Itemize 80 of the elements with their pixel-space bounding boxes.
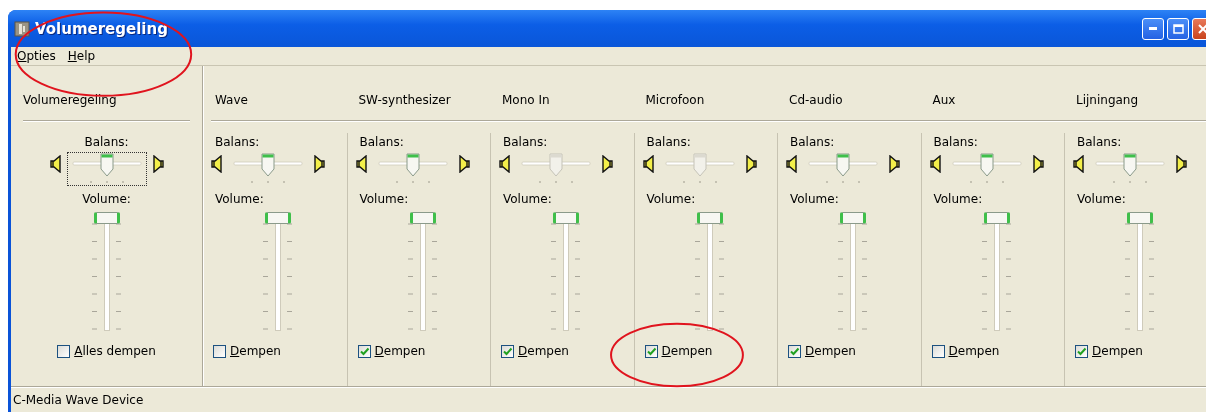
channel-name: Lijningang [1075,93,1139,107]
maximize-icon [1172,23,1184,34]
app-icon [14,20,30,37]
speaker-icon [743,155,757,173]
speaker-icon [786,155,799,173]
volume-label: Volume: [1077,192,1126,206]
checkbox[interactable] [931,344,945,358]
checkbox[interactable] [1075,344,1088,358]
maximize-button[interactable] [1167,17,1189,40]
balance-label: Balans: [503,135,548,149]
slider-thumb[interactable] [1123,153,1137,177]
speaker-icon [312,155,325,173]
speaker-icon [1073,155,1086,173]
speaker-icon [499,155,512,173]
slider-thumb[interactable] [840,212,866,224]
volume-label: Volume: [215,192,264,206]
speaker-icon [642,155,656,173]
checkbox[interactable] [357,344,371,358]
channel-name: Cd-audio [788,93,843,107]
checkbox-label[interactable]: Dempen [661,344,713,358]
volume-label: Volume: [82,192,131,206]
checkbox[interactable] [57,344,71,358]
slider-thumb[interactable] [409,212,436,224]
speaker-icon [456,155,470,173]
balance-label: Balans: [1077,135,1122,149]
speaker-icon [1174,155,1187,173]
checkbox-label[interactable]: Dempen [230,344,281,358]
volume-label: Volume: [790,192,839,206]
checkbox[interactable] [788,344,801,358]
slider-thumb[interactable] [100,153,113,177]
checkbox-label[interactable]: Alles dempen [74,344,156,358]
slider-thumb[interactable] [265,212,291,224]
channel-name: Microfoon [644,93,705,107]
status-text: C-Media Wave Device [13,393,144,407]
slider-thumb[interactable] [1127,212,1153,224]
channel-name: Mono In [501,93,550,107]
channel-name: Volumeregeling [23,93,117,107]
slider-thumb[interactable] [553,212,579,224]
speaker-icon [929,155,943,173]
speaker-icon [355,155,369,173]
volume-label: Volume: [503,192,552,206]
volume-label: Volume: [359,192,409,206]
speaker-icon [1030,155,1044,173]
speaker-icon [49,155,63,173]
slider-thumb[interactable] [93,212,120,224]
volume-label: Volume: [933,192,983,206]
balance-label: Balans: [933,135,978,149]
minimize-icon [1149,27,1157,30]
checkbox-label[interactable]: Dempen [374,344,426,358]
slider-thumb[interactable] [696,212,723,224]
speaker-icon [600,155,613,173]
minimize-button[interactable] [1142,17,1164,40]
channel-name: Wave [215,93,248,107]
slider-thumb[interactable] [983,212,1010,224]
window-title: Volumeregeling [35,19,168,38]
checkbox-label[interactable]: Dempen [805,344,856,358]
balance-label: Balans: [359,135,404,149]
balance-label: Balans: [84,135,129,149]
menu-item[interactable]: Opties [13,49,62,63]
slider-thumb[interactable] [836,153,850,177]
checkbox-label[interactable]: Dempen [1092,344,1143,358]
close-icon [1198,23,1206,34]
channel-name: Aux [931,93,956,107]
speaker-icon [150,155,164,173]
balance-label: Balans: [646,135,691,149]
slider-thumb[interactable] [261,153,275,177]
checkbox-label[interactable]: Dempen [948,344,1000,358]
speaker-icon [887,155,900,173]
menu-item[interactable]: Help [63,49,102,63]
checkbox[interactable] [501,344,514,358]
checkbox[interactable] [213,344,226,358]
speaker-icon [211,155,224,173]
slider-thumb[interactable] [980,153,993,177]
balance-label: Balans: [215,135,260,149]
checkbox[interactable] [644,344,658,358]
slider-thumb[interactable] [406,153,419,177]
balance-label: Balans: [790,135,835,149]
channel-name: SW-synthesizer [357,93,451,107]
checkbox-label[interactable]: Dempen [518,344,569,358]
volume-label: Volume: [646,192,696,206]
